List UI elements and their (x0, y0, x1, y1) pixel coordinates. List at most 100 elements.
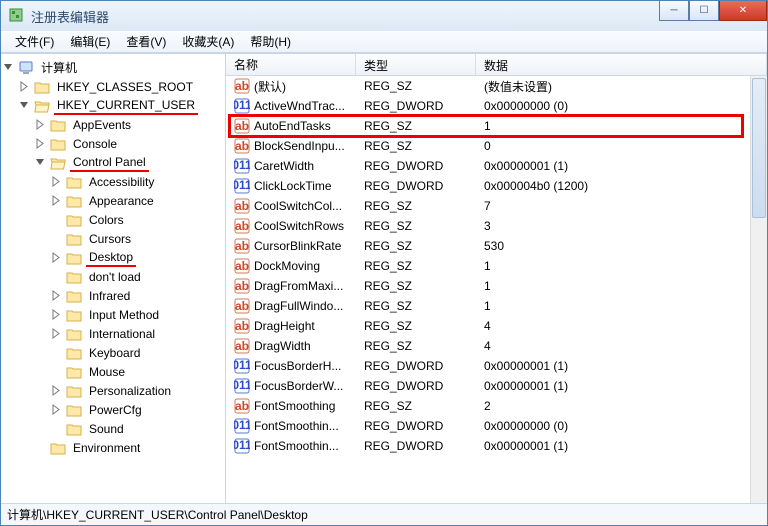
tree-keyboard[interactable]: Keyboard (1, 343, 225, 362)
string-icon (234, 218, 250, 234)
folder-icon (66, 270, 82, 284)
tree-cpl[interactable]: Control Panel (1, 153, 225, 172)
menu-favorites[interactable]: 收藏夹(A) (174, 31, 242, 52)
list-row[interactable]: AutoEndTasksREG_SZ1 (226, 116, 767, 136)
tree-dontload[interactable]: don't load (1, 267, 225, 286)
expander-icon[interactable] (51, 328, 62, 339)
menu-file[interactable]: 文件(F) (7, 31, 62, 52)
expander-icon[interactable] (19, 81, 30, 92)
titlebar[interactable]: 注册表编辑器 ─ ☐ ✕ (1, 1, 767, 31)
window-title: 注册表编辑器 (31, 7, 109, 26)
expander-icon[interactable] (51, 404, 62, 415)
value-data: 0x00000001 (1) (476, 439, 767, 453)
col-type[interactable]: 类型 (356, 54, 476, 75)
dword-icon (234, 418, 250, 434)
tree-hkcr[interactable]: HKEY_CLASSES_ROOT (1, 77, 225, 96)
list-pane[interactable]: 名称 类型 数据 (默认)REG_SZ(数值未设置)ActiveWndTrac.… (226, 54, 767, 503)
expander-icon[interactable] (35, 157, 46, 168)
expander-icon[interactable] (51, 195, 62, 206)
expander-icon[interactable] (51, 252, 62, 263)
value-data: 1 (476, 259, 767, 273)
tree-inputmethod[interactable]: Input Method (1, 305, 225, 324)
expander-icon[interactable] (3, 62, 14, 73)
list-row[interactable]: CoolSwitchCol...REG_SZ7 (226, 196, 767, 216)
tree-colors[interactable]: Colors (1, 210, 225, 229)
tree-appevents[interactable]: AppEvents (1, 115, 225, 134)
list-header: 名称 类型 数据 (226, 54, 767, 76)
list-row[interactable]: BlockSendInpu...REG_SZ0 (226, 136, 767, 156)
value-type: REG_SZ (356, 239, 476, 253)
list-row[interactable]: DragFromMaxi...REG_SZ1 (226, 276, 767, 296)
minimize-button[interactable]: ─ (659, 1, 689, 21)
menu-edit[interactable]: 编辑(E) (62, 31, 118, 52)
value-data: 0x00000000 (0) (476, 99, 767, 113)
tree-console[interactable]: Console (1, 134, 225, 153)
tree-mouse[interactable]: Mouse (1, 362, 225, 381)
tree-root[interactable]: 计算机 (1, 58, 225, 77)
list-row[interactable]: FocusBorderH...REG_DWORD0x00000001 (1) (226, 356, 767, 376)
value-data: 0x00000001 (1) (476, 359, 767, 373)
value-name: CursorBlinkRate (254, 239, 341, 253)
value-type: REG_DWORD (356, 439, 476, 453)
expander-spacer (51, 271, 62, 282)
tree-hkcu[interactable]: HKEY_CURRENT_USER (1, 96, 225, 115)
value-type: REG_DWORD (356, 419, 476, 433)
tree-pane[interactable]: 计算机 HKEY_CLASSES_ROOT HKEY_CURRENT_USER … (1, 54, 226, 503)
tree-label: Infrared (86, 288, 133, 304)
tree-sound[interactable]: Sound (1, 419, 225, 438)
scrollbar[interactable] (750, 76, 767, 503)
list-row[interactable]: DockMovingREG_SZ1 (226, 256, 767, 276)
expander-spacer (51, 423, 62, 434)
value-type: REG_DWORD (356, 379, 476, 393)
menu-help[interactable]: 帮助(H) (242, 31, 299, 52)
list-row[interactable]: CoolSwitchRowsREG_SZ3 (226, 216, 767, 236)
menubar: 文件(F) 编辑(E) 查看(V) 收藏夹(A) 帮助(H) (1, 31, 767, 53)
tree-powercfg[interactable]: PowerCfg (1, 400, 225, 419)
tree-personalization[interactable]: Personalization (1, 381, 225, 400)
list-row[interactable]: FocusBorderW...REG_DWORD0x00000001 (1) (226, 376, 767, 396)
expander-icon[interactable] (51, 176, 62, 187)
expander-icon[interactable] (51, 309, 62, 320)
tree-appearance[interactable]: Appearance (1, 191, 225, 210)
tree-environment[interactable]: Environment (1, 438, 225, 457)
expander-icon[interactable] (35, 138, 46, 149)
tree-international[interactable]: International (1, 324, 225, 343)
list-row[interactable]: DragWidthREG_SZ4 (226, 336, 767, 356)
col-name[interactable]: 名称 (226, 54, 356, 75)
value-type: REG_SZ (356, 219, 476, 233)
string-icon (234, 338, 250, 354)
expander-icon[interactable] (51, 385, 62, 396)
list-row[interactable]: ActiveWndTrac...REG_DWORD0x00000000 (0) (226, 96, 767, 116)
list-row[interactable]: DragFullWindo...REG_SZ1 (226, 296, 767, 316)
dword-icon (234, 358, 250, 374)
value-name: FocusBorderH... (254, 359, 341, 373)
value-name: FontSmoothin... (254, 439, 339, 453)
list-row[interactable]: FontSmoothingREG_SZ2 (226, 396, 767, 416)
value-data: 0x00000001 (1) (476, 159, 767, 173)
menu-view[interactable]: 查看(V) (118, 31, 174, 52)
list-row[interactable]: ClickLockTimeREG_DWORD0x000004b0 (1200) (226, 176, 767, 196)
expander-icon[interactable] (19, 100, 30, 111)
list-row[interactable]: FontSmoothin...REG_DWORD0x00000000 (0) (226, 416, 767, 436)
col-data[interactable]: 数据 (476, 54, 767, 75)
close-button[interactable]: ✕ (719, 1, 767, 21)
tree-desktop[interactable]: Desktop (1, 248, 225, 267)
value-data: 1 (476, 279, 767, 293)
value-name: FontSmoothing (254, 399, 335, 413)
value-type: REG_SZ (356, 279, 476, 293)
expander-icon[interactable] (35, 119, 46, 130)
tree-accessibility[interactable]: Accessibility (1, 172, 225, 191)
tree-infrared[interactable]: Infrared (1, 286, 225, 305)
value-name: CoolSwitchRows (254, 219, 344, 233)
list-row[interactable]: (默认)REG_SZ(数值未设置) (226, 76, 767, 96)
string-icon (234, 398, 250, 414)
list-row[interactable]: DragHeightREG_SZ4 (226, 316, 767, 336)
scroll-thumb[interactable] (752, 78, 766, 218)
maximize-button[interactable]: ☐ (689, 1, 719, 21)
list-row[interactable]: CaretWidthREG_DWORD0x00000001 (1) (226, 156, 767, 176)
value-data: 2 (476, 399, 767, 413)
tree-cursors[interactable]: Cursors (1, 229, 225, 248)
expander-icon[interactable] (51, 290, 62, 301)
list-row[interactable]: CursorBlinkRateREG_SZ530 (226, 236, 767, 256)
list-row[interactable]: FontSmoothin... REG_DWORD0x00000001 (1) (226, 436, 767, 456)
